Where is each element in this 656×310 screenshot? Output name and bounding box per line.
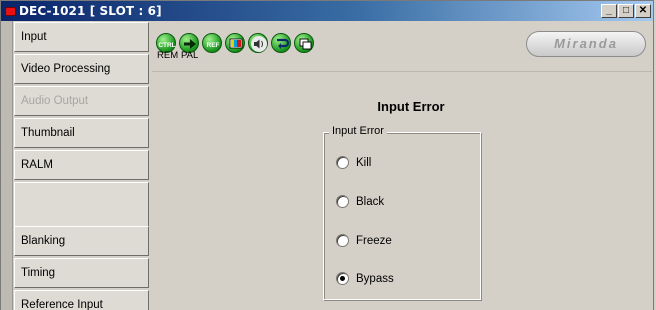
close-button[interactable]: ✕ (635, 4, 651, 18)
radio-bypass-label: Bypass (356, 273, 394, 285)
loop-arrow-icon[interactable] (271, 33, 291, 53)
radio-freeze-label: Freeze (356, 235, 392, 247)
radio-bypass-indicator[interactable] (336, 272, 349, 285)
maximize-button[interactable]: □ (618, 4, 634, 18)
content-separator (152, 71, 652, 72)
minimize-button[interactable]: _ (601, 4, 617, 18)
ref-icon-text: REF (207, 42, 220, 49)
sidebar-item-ralm[interactable]: RALM (14, 150, 149, 180)
sidebar-item-reference-input[interactable]: Reference Input (14, 290, 149, 310)
radio-black-indicator[interactable] (336, 195, 349, 208)
title-bar[interactable]: DEC-1021 [ SLOT : 6] _ □ ✕ (1, 1, 653, 21)
miranda-logo: Miranda (526, 31, 646, 57)
sidebar-item-blanking[interactable]: Blanking (14, 226, 149, 256)
sidebar-item-video-processing[interactable]: Video Processing (14, 54, 149, 84)
pal-label: PAL (181, 50, 199, 61)
window-title: DEC-1021 [ SLOT : 6] (19, 4, 162, 18)
radio-freeze-indicator[interactable] (336, 234, 349, 247)
ref-icon[interactable]: REF (202, 33, 222, 53)
radio-kill-indicator[interactable] (336, 156, 349, 169)
radio-kill-label: Kill (356, 157, 372, 169)
sidebar-item-input[interactable]: Input (14, 22, 149, 52)
sidebar-item-audio-output[interactable]: Audio Output (14, 86, 149, 116)
sidebar: Input Video Processing Audio Output Thum… (14, 22, 150, 310)
windows-icon[interactable] (294, 33, 314, 53)
monitor-icon[interactable] (225, 33, 245, 53)
rem-label: REM (157, 50, 179, 61)
input-error-group-title: Input Error (329, 125, 387, 137)
ctrl-icon-text: CTRL (158, 42, 175, 49)
sidebar-item-timing[interactable]: Timing (14, 258, 149, 288)
speaker-icon[interactable] (248, 33, 268, 53)
app-window: DEC-1021 [ SLOT : 6] _ □ ✕ Input Video P… (0, 0, 654, 310)
panel-title: Input Error (377, 99, 445, 114)
left-gutter (1, 21, 13, 310)
status-led-icon (5, 7, 16, 16)
sidebar-item-thumbnail[interactable]: Thumbnail (14, 118, 149, 148)
radio-black-label: Black (356, 196, 385, 208)
